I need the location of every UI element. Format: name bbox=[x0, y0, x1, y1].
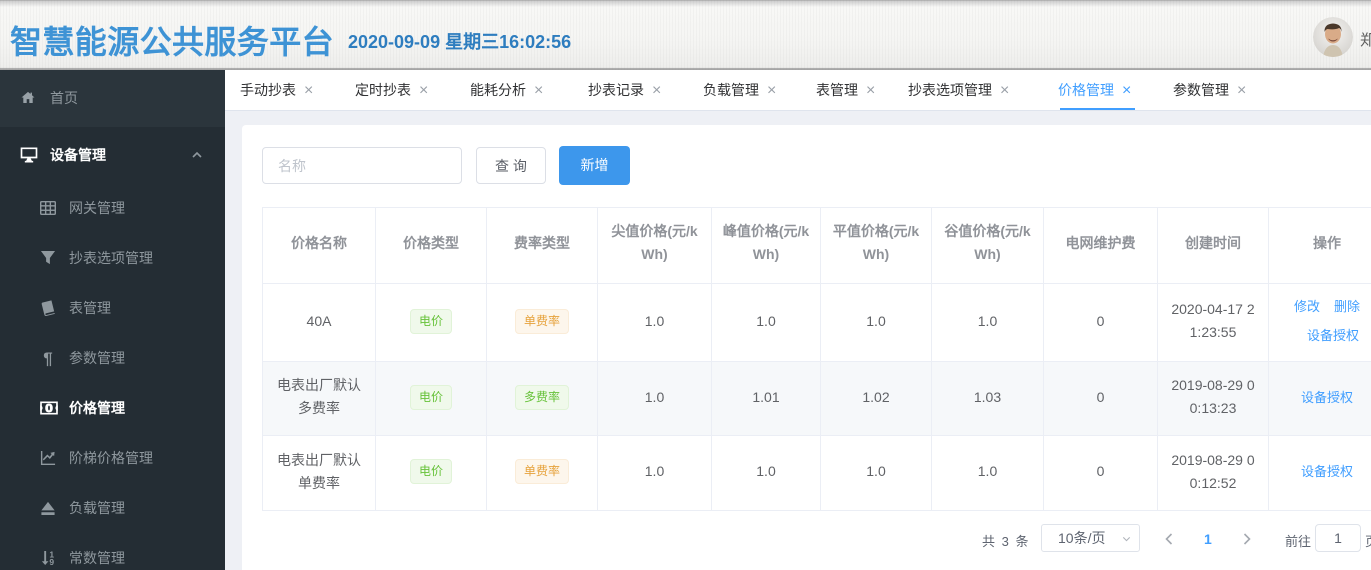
svg-text:9: 9 bbox=[49, 557, 54, 566]
